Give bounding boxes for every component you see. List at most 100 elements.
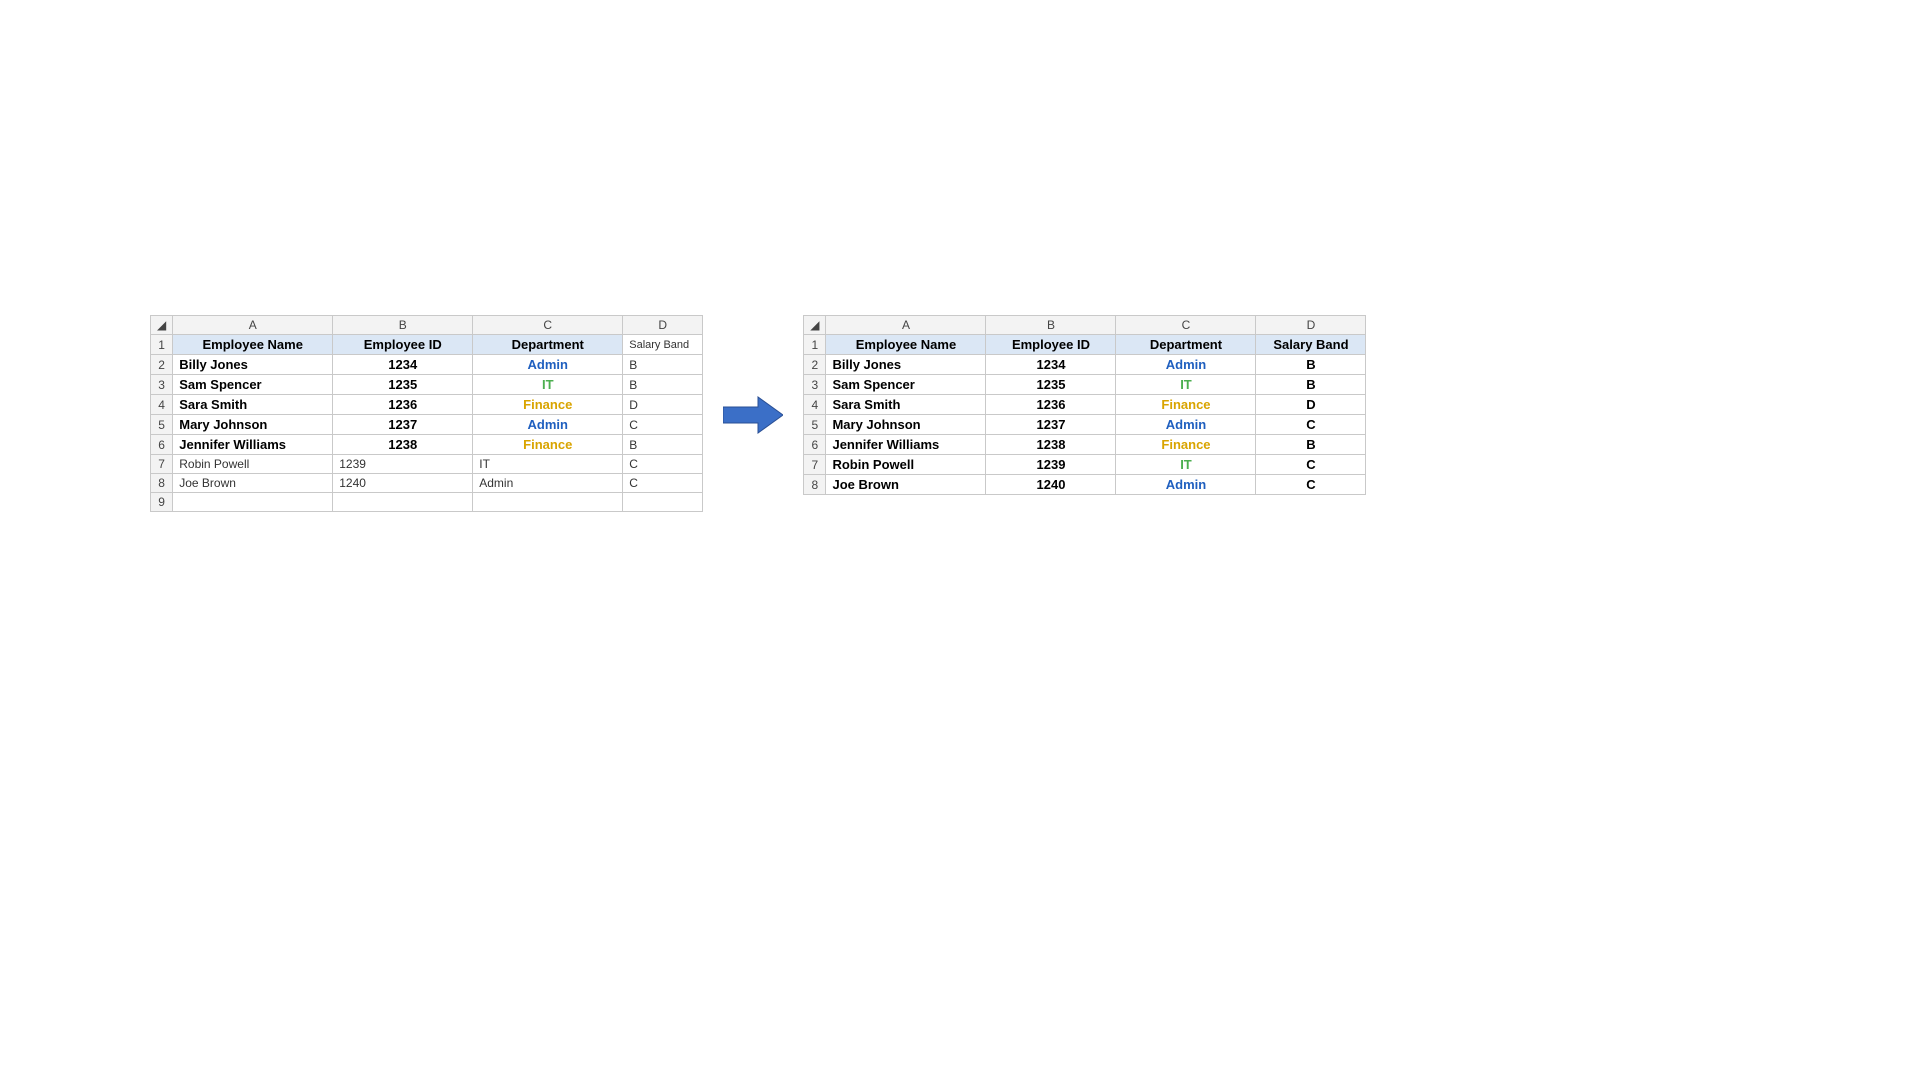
header-employee-name[interactable]: Employee Name: [826, 335, 986, 355]
cell-salary-band[interactable]: B: [623, 355, 703, 375]
select-all-corner[interactable]: ◢: [804, 316, 826, 335]
cell-department[interactable]: Admin: [1116, 355, 1256, 375]
cell-employee-name[interactable]: Sara Smith: [826, 395, 986, 415]
row-header-1[interactable]: 1: [151, 335, 173, 355]
cell-empty[interactable]: [623, 493, 703, 512]
cell-salary-band[interactable]: B: [623, 435, 703, 455]
cell-department[interactable]: Finance: [473, 395, 623, 415]
cell-salary-band[interactable]: C: [623, 455, 703, 474]
row-header[interactable]: 7: [151, 455, 173, 474]
spreadsheet-after[interactable]: ◢ A B C D 1 Employee Name Employee ID De…: [803, 315, 1366, 495]
col-header-A[interactable]: A: [173, 316, 333, 335]
cell-salary-band[interactable]: D: [1256, 395, 1366, 415]
header-department[interactable]: Department: [1116, 335, 1256, 355]
row-header[interactable]: 7: [804, 455, 826, 475]
spreadsheet-before[interactable]: ◢ A B C D 1 Employee Name Employee ID De…: [150, 315, 703, 512]
row-header-extra[interactable]: 9: [151, 493, 173, 512]
cell-employee-name[interactable]: Jennifer Williams: [826, 435, 986, 455]
cell-department[interactable]: IT: [473, 375, 623, 395]
header-employee-id[interactable]: Employee ID: [333, 335, 473, 355]
row-header[interactable]: 3: [804, 375, 826, 395]
cell-salary-band[interactable]: C: [623, 474, 703, 493]
arrow-right-icon: [723, 395, 783, 438]
cell-department[interactable]: Admin: [473, 355, 623, 375]
row-header[interactable]: 8: [151, 474, 173, 493]
col-header-D[interactable]: D: [1256, 316, 1366, 335]
cell-salary-band[interactable]: B: [1256, 435, 1366, 455]
cell-empty[interactable]: [473, 493, 623, 512]
header-department[interactable]: Department: [473, 335, 623, 355]
select-all-corner[interactable]: ◢: [151, 316, 173, 335]
cell-salary-band[interactable]: D: [623, 395, 703, 415]
cell-department[interactable]: Admin: [1116, 415, 1256, 435]
cell-department[interactable]: Finance: [473, 435, 623, 455]
table-row: 3Sam Spencer1235ITB: [151, 375, 703, 395]
cell-department[interactable]: Admin: [473, 415, 623, 435]
header-salary-band[interactable]: Salary Band: [1256, 335, 1366, 355]
cell-employee-id[interactable]: 1239: [333, 455, 473, 474]
cell-employee-id[interactable]: 1237: [986, 415, 1116, 435]
cell-department[interactable]: IT: [1116, 375, 1256, 395]
col-header-A[interactable]: A: [826, 316, 986, 335]
cell-employee-name[interactable]: Sam Spencer: [826, 375, 986, 395]
cell-employee-name[interactable]: Sara Smith: [173, 395, 333, 415]
cell-employee-id[interactable]: 1240: [333, 474, 473, 493]
cell-salary-band[interactable]: B: [623, 375, 703, 395]
cell-salary-band[interactable]: C: [1256, 455, 1366, 475]
cell-employee-name[interactable]: Jennifer Williams: [173, 435, 333, 455]
cell-empty[interactable]: [333, 493, 473, 512]
row-header[interactable]: 6: [804, 435, 826, 455]
cell-employee-id[interactable]: 1235: [333, 375, 473, 395]
user-header-row: 1 Employee Name Employee ID Department S…: [151, 335, 703, 355]
row-header[interactable]: 8: [804, 475, 826, 495]
row-header[interactable]: 4: [151, 395, 173, 415]
cell-employee-name[interactable]: Mary Johnson: [173, 415, 333, 435]
cell-employee-name[interactable]: Billy Jones: [173, 355, 333, 375]
row-header[interactable]: 3: [151, 375, 173, 395]
cell-employee-id[interactable]: 1240: [986, 475, 1116, 495]
cell-employee-name[interactable]: Robin Powell: [826, 455, 986, 475]
cell-employee-id[interactable]: 1239: [986, 455, 1116, 475]
cell-employee-name[interactable]: Billy Jones: [826, 355, 986, 375]
cell-employee-id[interactable]: 1238: [986, 435, 1116, 455]
cell-employee-id[interactable]: 1235: [986, 375, 1116, 395]
col-header-C[interactable]: C: [473, 316, 623, 335]
cell-employee-id[interactable]: 1236: [333, 395, 473, 415]
col-header-D[interactable]: D: [623, 316, 703, 335]
row-header[interactable]: 4: [804, 395, 826, 415]
cell-employee-id[interactable]: 1234: [333, 355, 473, 375]
cell-salary-band[interactable]: C: [1256, 475, 1366, 495]
row-header[interactable]: 5: [151, 415, 173, 435]
cell-employee-name[interactable]: Joe Brown: [173, 474, 333, 493]
row-header[interactable]: 2: [151, 355, 173, 375]
cell-department[interactable]: Finance: [1116, 395, 1256, 415]
cell-employee-name[interactable]: Robin Powell: [173, 455, 333, 474]
cell-employee-id[interactable]: 1237: [333, 415, 473, 435]
cell-employee-id[interactable]: 1236: [986, 395, 1116, 415]
cell-empty[interactable]: [173, 493, 333, 512]
cell-department[interactable]: Finance: [1116, 435, 1256, 455]
cell-salary-band[interactable]: C: [1256, 415, 1366, 435]
row-header[interactable]: 6: [151, 435, 173, 455]
col-header-C[interactable]: C: [1116, 316, 1256, 335]
header-employee-name[interactable]: Employee Name: [173, 335, 333, 355]
col-header-B[interactable]: B: [333, 316, 473, 335]
header-salary-band[interactable]: Salary Band: [623, 335, 703, 355]
cell-department[interactable]: IT: [473, 455, 623, 474]
cell-salary-band[interactable]: B: [1256, 375, 1366, 395]
cell-employee-name[interactable]: Mary Johnson: [826, 415, 986, 435]
cell-department[interactable]: Admin: [1116, 475, 1256, 495]
row-header-1[interactable]: 1: [804, 335, 826, 355]
header-employee-id[interactable]: Employee ID: [986, 335, 1116, 355]
cell-employee-id[interactable]: 1234: [986, 355, 1116, 375]
cell-employee-name[interactable]: Joe Brown: [826, 475, 986, 495]
row-header[interactable]: 5: [804, 415, 826, 435]
col-header-B[interactable]: B: [986, 316, 1116, 335]
cell-employee-name[interactable]: Sam Spencer: [173, 375, 333, 395]
cell-department[interactable]: Admin: [473, 474, 623, 493]
cell-salary-band[interactable]: C: [623, 415, 703, 435]
row-header[interactable]: 2: [804, 355, 826, 375]
cell-employee-id[interactable]: 1238: [333, 435, 473, 455]
cell-department[interactable]: IT: [1116, 455, 1256, 475]
cell-salary-band[interactable]: B: [1256, 355, 1366, 375]
